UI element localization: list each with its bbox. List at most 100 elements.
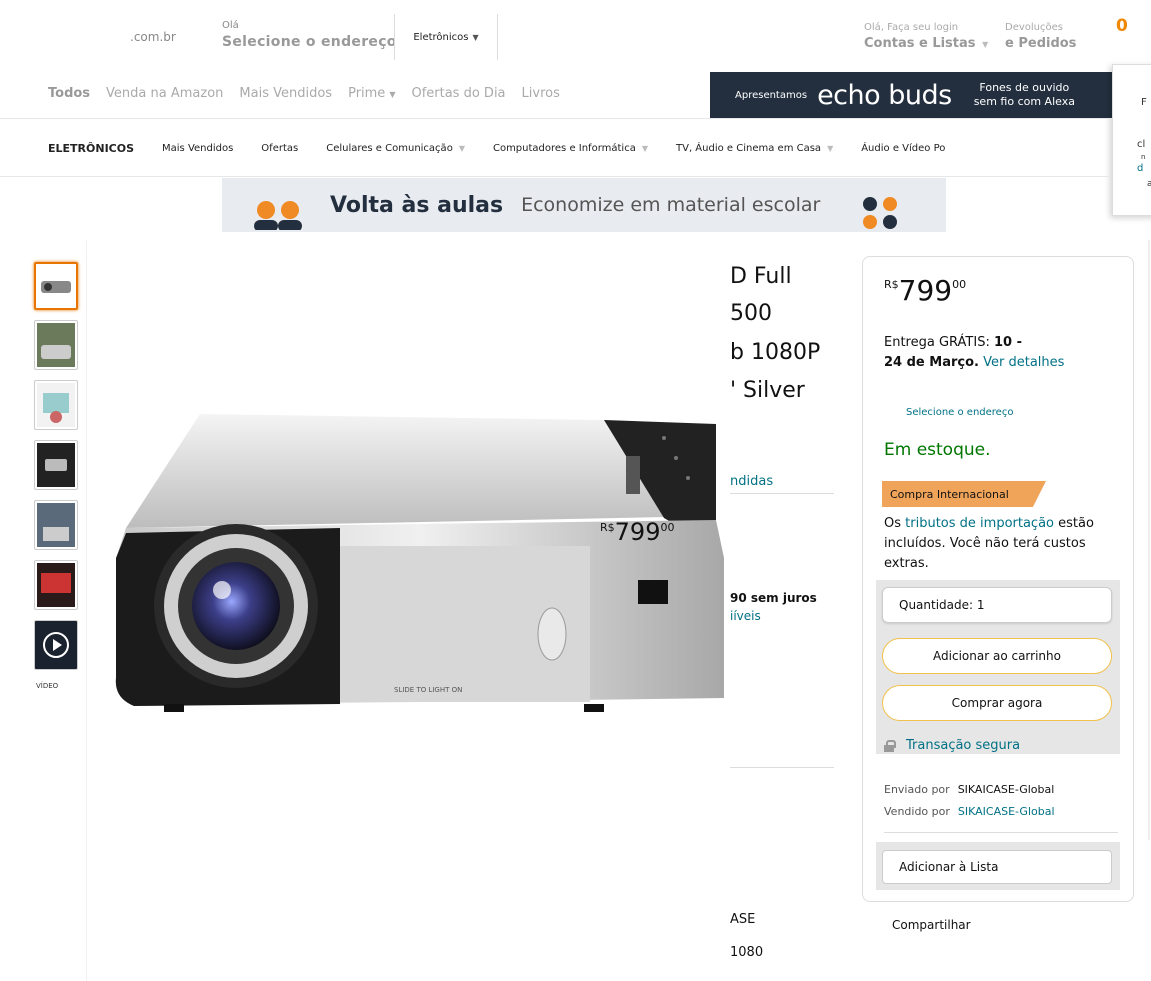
add-to-cart-button[interactable]: Adicionar ao carrinho bbox=[882, 638, 1112, 674]
overlay-price-int: 799 bbox=[614, 518, 661, 546]
returns-label-top[interactable]: Devoluções bbox=[1005, 22, 1063, 33]
price-fraction: 00 bbox=[952, 278, 967, 291]
share-link[interactable]: Compartilhar bbox=[892, 918, 971, 932]
subnav-item-deals[interactable]: Ofertas bbox=[261, 143, 298, 154]
thumbnail-1[interactable] bbox=[34, 262, 78, 310]
installments-link[interactable]: iíveis bbox=[730, 609, 761, 623]
nav-item-deals[interactable]: Ofertas do Dia bbox=[411, 86, 505, 101]
overlay-price-frac: 00 bbox=[660, 521, 675, 534]
caret-down-icon: ▼ bbox=[458, 144, 465, 153]
logo-suffix[interactable]: .com.br bbox=[130, 30, 176, 44]
thumbnail-2[interactable] bbox=[34, 320, 78, 370]
subnav-item-audio[interactable]: Áudio e Vídeo Po bbox=[861, 143, 945, 154]
promo-banner[interactable]: Volta às aulas Economize em material esc… bbox=[222, 178, 946, 232]
international-badge: Compra Internacional bbox=[882, 481, 1046, 507]
echo-desc-line2: sem fio com Alexa bbox=[973, 95, 1075, 108]
installments: 90 sem juros bbox=[730, 591, 817, 605]
projector-thumb-icon bbox=[37, 383, 75, 427]
projector-thumb-icon bbox=[37, 503, 75, 547]
quantity-select[interactable]: Quantidade: 1 bbox=[882, 587, 1112, 623]
account-lists-label: Contas e Listas bbox=[864, 36, 976, 51]
nav-item-bestsellers[interactable]: Mais Vendidos bbox=[239, 86, 332, 101]
echo-intro: Apresentamos bbox=[735, 89, 808, 101]
product-title-line-1: D Full bbox=[730, 264, 792, 289]
video-label: VÍDEO bbox=[36, 682, 59, 690]
sold-by-row: Vendido por SIKAICASE-Global bbox=[884, 801, 1055, 823]
divider bbox=[0, 118, 1112, 119]
thumbnail-4[interactable] bbox=[34, 440, 78, 490]
side-popup[interactable]: F cl n d a bbox=[1112, 64, 1151, 216]
secure-transaction-label: Transação segura bbox=[906, 738, 1021, 753]
sold-by-label: Vendido por bbox=[884, 805, 950, 818]
stock-status: Em estoque. bbox=[884, 440, 991, 460]
sold-by-link[interactable]: SIKAICASE-Global bbox=[958, 805, 1055, 818]
account-hello[interactable]: Olá, Faça seu login bbox=[864, 22, 958, 33]
account-lists-link[interactable]: Contas e Listas ▼ bbox=[864, 36, 988, 51]
search-department-dropdown[interactable]: Eletrônicos ▼ bbox=[394, 14, 498, 60]
caret-down-icon: ▼ bbox=[472, 32, 479, 42]
overlay-price: R$79900 bbox=[600, 518, 674, 546]
address-hello[interactable]: Olá bbox=[222, 20, 239, 31]
product-title-line-4: ' Silver bbox=[730, 378, 805, 403]
subnav-item-computers[interactable]: Computadores e Informática ▼ bbox=[493, 143, 648, 154]
caret-down-icon: ▼ bbox=[982, 40, 989, 49]
nav-all[interactable]: Todos bbox=[48, 86, 90, 101]
search-department-label: Eletrônicos bbox=[413, 31, 469, 43]
projector-thumb-icon bbox=[37, 443, 75, 487]
echo-desc: Fones de ouvido sem fio com Alexa bbox=[974, 81, 1075, 109]
delivery-dates-2: 24 de Março. bbox=[884, 355, 979, 370]
scrollbar-track[interactable] bbox=[1148, 240, 1150, 840]
shipped-by-row: Enviado por SIKAICASE-Global bbox=[884, 779, 1055, 801]
school-people-icon bbox=[863, 197, 897, 229]
nav-item-prime-label: Prime bbox=[348, 86, 386, 101]
thumbnail-video[interactable] bbox=[34, 620, 78, 670]
product-image[interactable]: SLIDE TO LIGHT ON bbox=[104, 398, 730, 732]
nav-item-sell[interactable]: Venda na Amazon bbox=[106, 86, 223, 101]
shipped-by-label: Enviado por bbox=[884, 783, 950, 796]
thumbnail-6[interactable] bbox=[34, 560, 78, 610]
buy-now-button[interactable]: Comprar agora bbox=[882, 685, 1112, 721]
orders-link[interactable]: e Pedidos bbox=[1005, 36, 1076, 51]
divider bbox=[730, 493, 834, 494]
promo-title: Volta às aulas bbox=[330, 192, 504, 218]
echo-buds-banner[interactable]: Apresentamos echo buds Fones de ouvido s… bbox=[710, 72, 1151, 118]
projector-thumb-icon bbox=[37, 323, 75, 367]
delivery-prefix: Entrega GRÁTIS: bbox=[884, 335, 990, 350]
address-select-link[interactable]: Selecione o endereço bbox=[222, 34, 397, 50]
cart-count[interactable]: 0 bbox=[1116, 16, 1128, 36]
image-caption: SLIDE TO LIGHT ON bbox=[394, 686, 462, 694]
overlay-price-currency: R$ bbox=[600, 521, 615, 534]
select-address-link[interactable]: Selecione o endereço bbox=[906, 407, 1013, 418]
popup-text-3: n bbox=[1141, 153, 1146, 161]
add-to-list-button[interactable]: Adicionar à Lista bbox=[882, 850, 1112, 884]
delivery-info: Entrega GRÁTIS: 10 - 24 de Março. Ver de… bbox=[884, 333, 1116, 373]
price-currency: R$ bbox=[884, 278, 899, 291]
popup-text-2: cl bbox=[1137, 139, 1146, 150]
thumbnail-3[interactable] bbox=[34, 380, 78, 430]
play-icon bbox=[43, 632, 69, 658]
thumbnail-5[interactable] bbox=[34, 500, 78, 550]
subnav-title[interactable]: ELETRÔNICOS bbox=[48, 142, 134, 155]
seller-info: Enviado por SIKAICASE-Global Vendido por S… bbox=[884, 779, 1055, 823]
divider bbox=[0, 176, 1112, 177]
delivery-details-link[interactable]: Ver detalhes bbox=[983, 355, 1064, 370]
subnav-item-bestsellers[interactable]: Mais Vendidos bbox=[162, 143, 233, 154]
sold-count-link[interactable]: ndidas bbox=[730, 474, 773, 489]
echo-desc-line1: Fones de ouvido bbox=[979, 81, 1070, 94]
popup-text-5: a bbox=[1147, 179, 1151, 189]
nav-item-books[interactable]: Livros bbox=[522, 86, 560, 101]
subnav-item-phones[interactable]: Celulares e Comunicação ▼ bbox=[326, 143, 465, 154]
subnav-item-tv[interactable]: TV, Áudio e Cinema em Casa ▼ bbox=[676, 143, 833, 154]
projector-thumb-icon bbox=[37, 563, 75, 607]
caret-down-icon: ▼ bbox=[827, 144, 834, 153]
subnav-item-computers-label: Computadores e Informática bbox=[492, 143, 636, 154]
shipped-by-value: SIKAICASE-Global bbox=[957, 783, 1055, 796]
buybox-price: R$79900 bbox=[884, 274, 966, 307]
import-tax-link[interactable]: tributos de importação bbox=[905, 516, 1054, 531]
divider bbox=[86, 240, 87, 981]
nav-item-prime[interactable]: Prime ▼ bbox=[348, 86, 395, 101]
secure-transaction[interactable]: Transação segura bbox=[884, 738, 1020, 753]
promo-subtitle: Economize em material escolar bbox=[521, 194, 821, 216]
school-people-icon bbox=[254, 201, 302, 230]
subnav-item-phones-label: Celulares e Comunicação bbox=[326, 143, 453, 154]
